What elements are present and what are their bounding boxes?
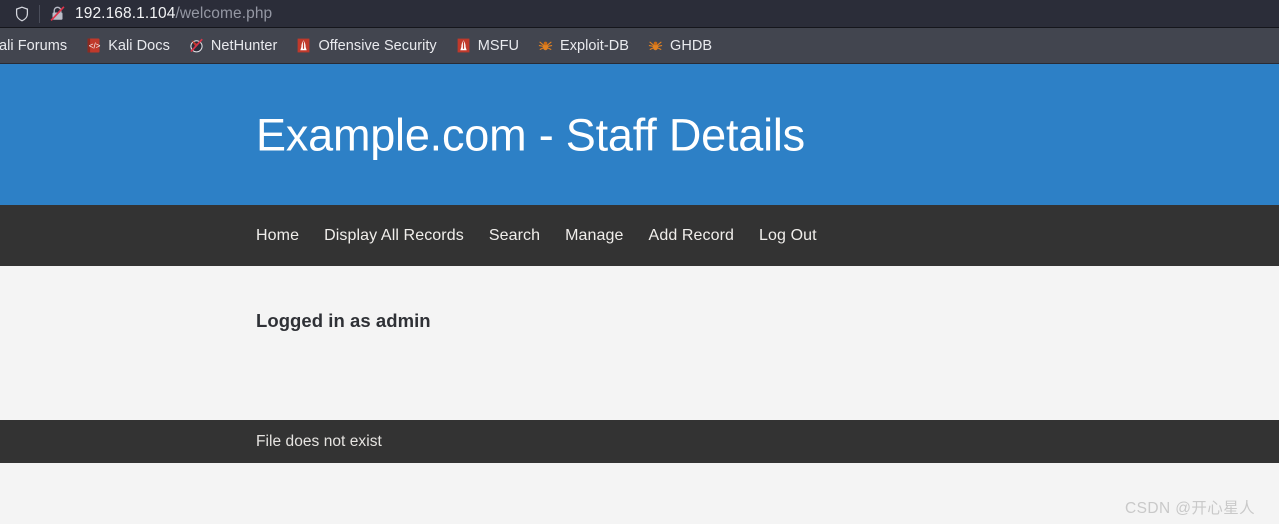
nav-link-log-out[interactable]: Log Out <box>759 227 817 245</box>
bookmarks-bar: ali Forums </> Kali Docs NetHunter Offen… <box>0 28 1279 64</box>
page-content: Logged in as admin <box>0 266 1279 420</box>
msfu-icon <box>455 37 472 54</box>
exploit-db-spider-icon <box>537 37 554 54</box>
bookmark-label: GHDB <box>670 37 713 54</box>
site-nav: Home Display All Records Search Manage A… <box>0 205 1279 266</box>
web-page: Example.com - Staff Details Home Display… <box>0 64 1279 524</box>
browser-chrome: 192.168.1.104/welcome.php ali Forums </>… <box>0 0 1279 64</box>
nav-link-search[interactable]: Search <box>489 227 540 245</box>
shield-icon[interactable] <box>14 6 30 22</box>
kali-docs-book-icon: </> <box>85 37 102 54</box>
ghdb-spider-icon <box>647 37 664 54</box>
bookmark-exploit-db[interactable]: Exploit-DB <box>528 28 638 63</box>
bookmark-ghdb[interactable]: GHDB <box>638 28 721 63</box>
nav-link-add-record[interactable]: Add Record <box>649 227 735 245</box>
bookmark-label: Exploit-DB <box>560 37 630 54</box>
offensive-security-icon <box>295 37 312 54</box>
url-path: /welcome.php <box>175 4 273 22</box>
bookmark-label: ali Forums <box>0 37 68 54</box>
nethunter-icon <box>188 37 205 54</box>
bookmark-msfu[interactable]: MSFU <box>446 28 528 63</box>
bookmark-kali-forums[interactable]: ali Forums <box>0 28 76 63</box>
url-host: 192.168.1.104 <box>75 4 176 22</box>
page-footer: File does not exist <box>0 420 1279 463</box>
nav-link-display-all-records[interactable]: Display All Records <box>324 227 464 245</box>
page-title: Example.com - Staff Details <box>256 108 805 160</box>
url-text[interactable]: 192.168.1.104/welcome.php <box>75 5 272 23</box>
bookmark-kali-docs[interactable]: </> Kali Docs <box>76 28 179 63</box>
bookmark-offensive-security[interactable]: Offensive Security <box>286 28 445 63</box>
bookmark-label: NetHunter <box>210 37 278 54</box>
nav-link-manage[interactable]: Manage <box>565 227 623 245</box>
bookmark-label: MSFU <box>477 37 520 54</box>
csdn-watermark: CSDN @开心星人 <box>1125 500 1255 517</box>
nav-link-home[interactable]: Home <box>256 227 299 245</box>
broken-lock-icon[interactable] <box>49 5 66 22</box>
page-tail-area: CSDN @开心星人 <box>0 463 1279 524</box>
url-bar[interactable]: 192.168.1.104/welcome.php <box>0 0 1279 28</box>
svg-text:</>: </> <box>89 41 101 50</box>
urlbar-divider <box>39 4 40 23</box>
bookmark-label: Kali Docs <box>108 37 170 54</box>
logged-in-status: Logged in as admin <box>256 310 431 331</box>
bookmark-nethunter[interactable]: NetHunter <box>179 28 287 63</box>
footer-message: File does not exist <box>256 432 382 450</box>
site-header: Example.com - Staff Details <box>0 64 1279 205</box>
bookmark-label: Offensive Security <box>318 37 437 54</box>
